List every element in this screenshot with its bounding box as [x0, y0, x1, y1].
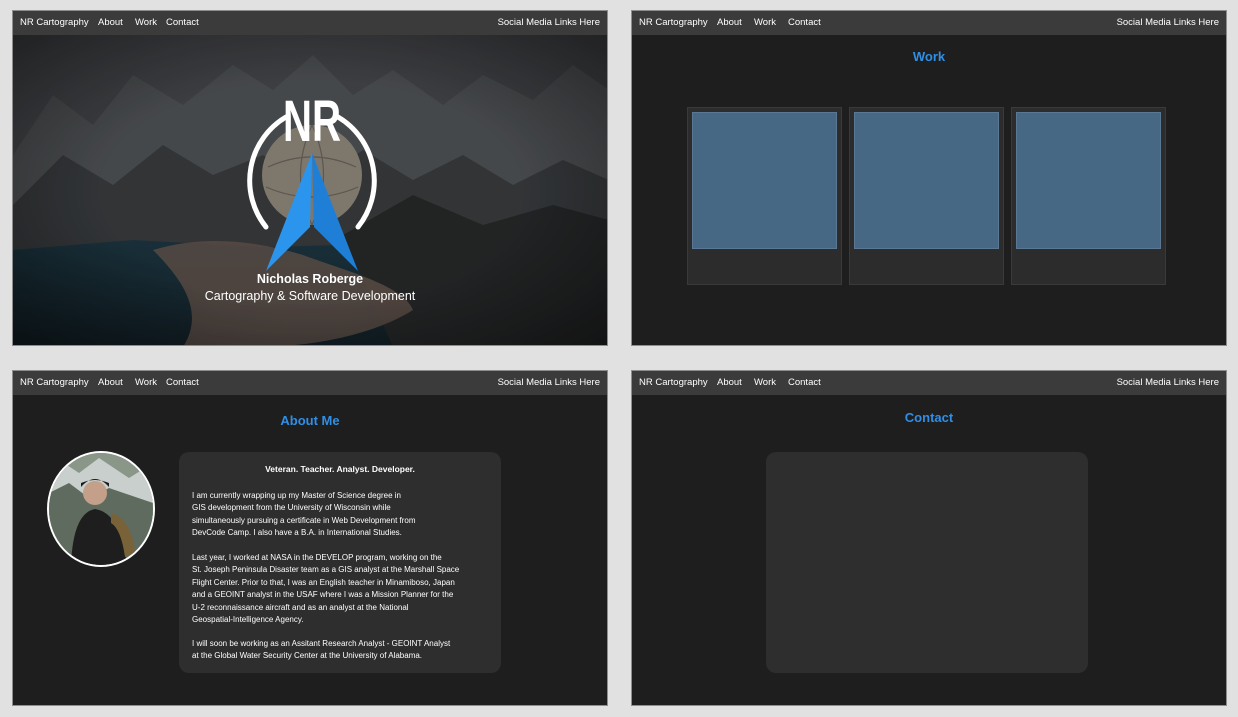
bio-tagline: Veteran. Teacher. Analyst. Developer. [265, 464, 415, 474]
nav-brand-link[interactable]: NR Cartography [20, 11, 89, 35]
contact-panel: NR Cartography About Work Contact Social… [631, 370, 1227, 706]
nav-link-about[interactable]: About [98, 371, 123, 395]
social-links[interactable]: Social Media Links Here [498, 371, 600, 395]
work-card-thumbnail[interactable] [692, 112, 837, 249]
nav-brand-link[interactable]: NR Cartography [20, 371, 89, 395]
profile-photo [47, 451, 155, 567]
work-card-thumbnail[interactable] [1016, 112, 1161, 249]
logo-text: NR [283, 89, 341, 154]
work-card-thumbnail[interactable] [854, 112, 999, 249]
contact-form-card[interactable] [766, 452, 1088, 673]
nav-link-work[interactable]: Work [135, 371, 157, 395]
nav-link-contact[interactable]: Contact [166, 371, 199, 395]
navbar: NR Cartography About Work Contact Social… [13, 11, 607, 35]
work-card[interactable] [849, 107, 1004, 285]
nav-link-work[interactable]: Work [754, 11, 776, 35]
navbar: NR Cartography About Work Contact Social… [632, 371, 1226, 395]
nav-link-work[interactable]: Work [754, 371, 776, 395]
social-links[interactable]: Social Media Links Here [1117, 371, 1219, 395]
nav-link-about[interactable]: About [717, 11, 742, 35]
bio-card: Veteran. Teacher. Analyst. Developer. I … [179, 452, 501, 673]
nav-link-work[interactable]: Work [135, 11, 157, 35]
hero-name: Nicholas Roberge [256, 272, 364, 286]
bio-paragraph: I will soon be working as an Assitant Re… [192, 639, 451, 661]
nav-link-contact[interactable]: Contact [788, 371, 821, 395]
hero-subtitle: Cartography & Software Development [204, 289, 416, 303]
about-panel: NR Cartography About Work Contact Social… [12, 370, 608, 706]
work-section-title: Work [912, 49, 946, 64]
navbar: NR Cartography About Work Contact Social… [632, 11, 1226, 35]
social-links[interactable]: Social Media Links Here [498, 11, 600, 35]
nav-link-about[interactable]: About [98, 11, 123, 35]
home-panel: NR Cartography About Work Contact Social… [12, 10, 608, 346]
work-panel: NR Cartography About Work Contact Social… [631, 10, 1227, 346]
work-card[interactable] [687, 107, 842, 285]
nav-brand-link[interactable]: NR Cartography [639, 11, 708, 35]
contact-section-title: Contact [904, 410, 954, 425]
nr-logo: NR [247, 89, 377, 271]
bio-paragraph: Last year, I worked at NASA in the DEVEL… [192, 553, 460, 625]
navbar: NR Cartography About Work Contact Social… [13, 371, 607, 395]
nav-link-about[interactable]: About [717, 371, 742, 395]
about-section-title: About Me [280, 413, 340, 428]
work-card[interactable] [1011, 107, 1166, 285]
social-links[interactable]: Social Media Links Here [1117, 11, 1219, 35]
bio-paragraph: I am currently wrapping up my Master of … [192, 491, 416, 538]
nav-link-contact[interactable]: Contact [166, 11, 199, 35]
nav-brand-link[interactable]: NR Cartography [639, 371, 708, 395]
nav-link-contact[interactable]: Contact [788, 11, 821, 35]
